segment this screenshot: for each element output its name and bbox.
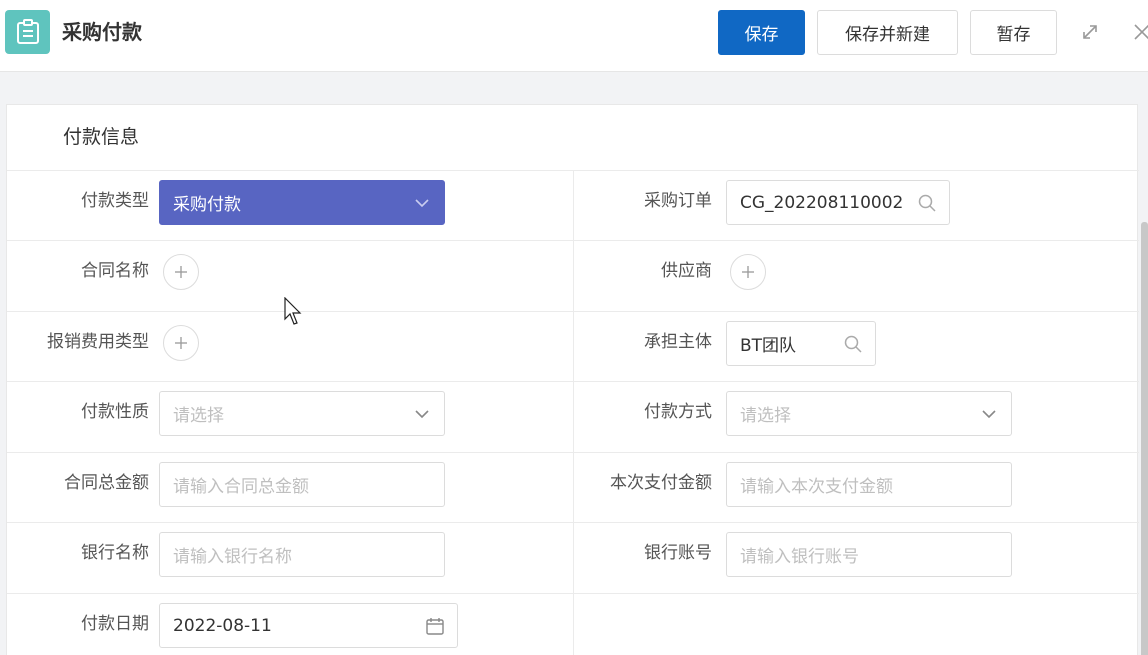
responsible-entity-field[interactable]: BT团队: [726, 321, 876, 366]
payment-amount-input[interactable]: 请输入本次支付金额: [726, 462, 1012, 507]
chevron-down-icon: [982, 410, 996, 419]
payment-nature-label: 付款性质: [81, 402, 149, 422]
purchase-order-label: 采购订单: [644, 191, 712, 211]
contract-name-label: 合同名称: [81, 261, 149, 281]
bank-account-label: 银行账号: [644, 543, 712, 563]
vertical-scrollbar[interactable]: [1141, 222, 1148, 655]
payment-nature-placeholder: 请选择: [173, 406, 224, 426]
supplier-label: 供应商: [661, 261, 712, 281]
bank-account-input[interactable]: 请输入银行账号: [726, 532, 1012, 577]
draft-button[interactable]: 暂存: [970, 10, 1057, 55]
contract-total-input[interactable]: 请输入合同总金额: [159, 462, 445, 507]
contract-total-placeholder: 请输入合同总金额: [173, 477, 309, 497]
form-row: 付款日期 2022-08-11: [7, 593, 1139, 655]
purchase-order-field[interactable]: CG_202208110002: [726, 180, 950, 225]
purchase-order-value: CG_202208110002: [740, 192, 904, 213]
bank-account-placeholder: 请输入银行账号: [740, 547, 859, 567]
add-expense-type-button[interactable]: [163, 325, 199, 361]
search-icon[interactable]: [917, 193, 937, 213]
form-row: 合同名称 供应商: [7, 240, 1139, 311]
bank-name-placeholder: 请输入银行名称: [173, 547, 292, 567]
payment-date-picker[interactable]: 2022-08-11: [159, 603, 458, 648]
form-row: 银行名称 请输入银行名称 银行账号 请输入银行账号: [7, 522, 1139, 593]
clipboard-icon: [5, 10, 50, 54]
expand-icon[interactable]: [1080, 22, 1100, 42]
search-icon[interactable]: [843, 334, 863, 354]
contract-total-label: 合同总金额: [64, 473, 149, 493]
payment-amount-placeholder: 请输入本次支付金额: [740, 477, 893, 497]
form-row: 付款性质 请选择 付款方式 请选择: [7, 381, 1139, 452]
plus-icon: [742, 266, 754, 278]
form-row: 付款类型 采购付款 采购订单 CG_202208110002: [7, 170, 1139, 241]
form-row: 合同总金额 请输入合同总金额 本次支付金额 请输入本次支付金额: [7, 452, 1139, 523]
add-supplier-button[interactable]: [730, 254, 766, 290]
payment-type-label: 付款类型: [81, 191, 149, 211]
payment-method-select[interactable]: 请选择: [726, 391, 1012, 436]
page-title: 采购付款: [62, 20, 142, 44]
responsible-entity-value: BT团队: [740, 336, 797, 356]
payment-nature-select[interactable]: 请选择: [159, 391, 445, 436]
payment-amount-label: 本次支付金额: [610, 473, 712, 493]
header-bar: 采购付款 保存 保存并新建 暂存: [0, 0, 1148, 72]
payment-type-select[interactable]: 采购付款: [159, 180, 445, 225]
mouse-cursor-icon: [284, 297, 302, 325]
payment-date-value: 2022-08-11: [173, 615, 272, 636]
form-row: 报销费用类型 承担主体 BT团队: [7, 311, 1139, 382]
plus-icon: [175, 266, 187, 278]
calendar-icon: [426, 618, 444, 635]
payment-info-card: 付款信息 付款类型 采购付款 采购订单 CG_202208110002 合同名称…: [6, 104, 1139, 655]
save-and-new-button[interactable]: 保存并新建: [817, 10, 958, 55]
add-contract-button[interactable]: [163, 254, 199, 290]
chevron-down-icon: [415, 199, 429, 208]
payment-type-value: 采购付款: [173, 195, 241, 215]
bank-name-label: 银行名称: [81, 543, 149, 563]
payment-date-label: 付款日期: [81, 614, 149, 634]
save-button[interactable]: 保存: [718, 10, 805, 55]
plus-icon: [175, 337, 187, 349]
close-icon[interactable]: [1132, 22, 1148, 42]
payment-method-label: 付款方式: [644, 402, 712, 422]
payment-method-placeholder: 请选择: [740, 406, 791, 426]
expense-type-label: 报销费用类型: [47, 332, 149, 352]
responsible-entity-label: 承担主体: [644, 332, 712, 352]
chevron-down-icon: [415, 410, 429, 419]
bank-name-input[interactable]: 请输入银行名称: [159, 532, 445, 577]
section-title: 付款信息: [63, 126, 140, 148]
